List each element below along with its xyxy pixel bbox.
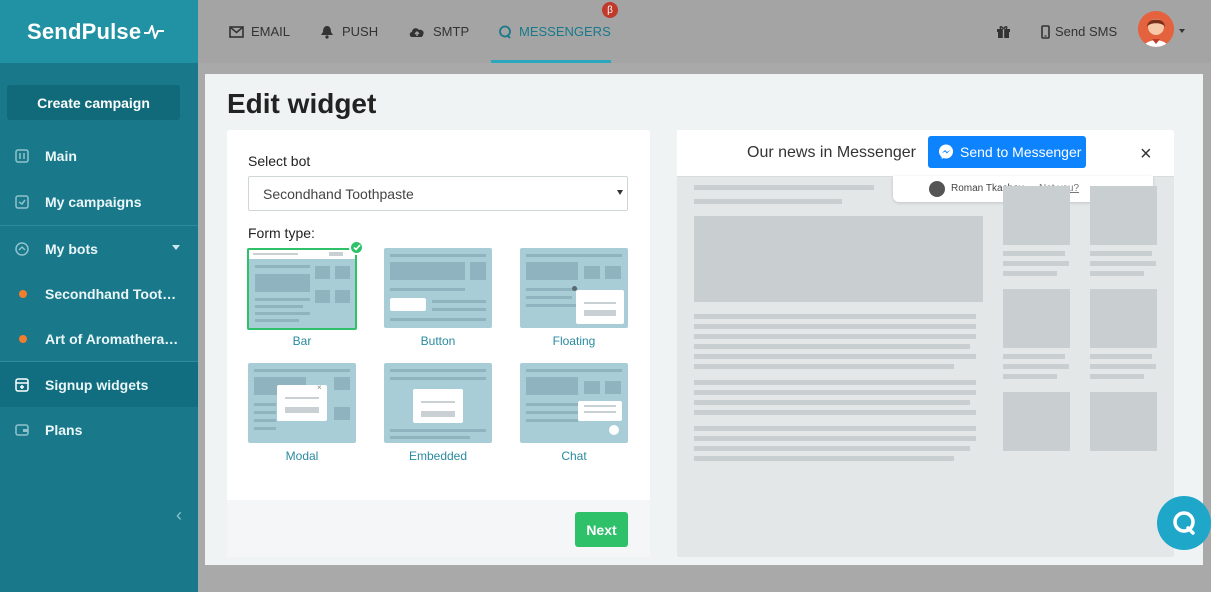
preview-bar-text: Our news in Messenger: [747, 144, 916, 161]
send-to-messenger-button[interactable]: Send to Messenger: [928, 136, 1086, 168]
tab-email[interactable]: EMAIL: [229, 0, 290, 63]
main-content: Edit widget Select bot Secondhand Toothp…: [205, 74, 1203, 565]
gift-icon: [996, 24, 1011, 39]
tab-push[interactable]: PUSH: [319, 0, 378, 63]
form-type-label-chat: Chat: [561, 449, 587, 463]
form-type-label-modal: Modal: [285, 449, 319, 463]
avatar[interactable]: [1138, 11, 1174, 47]
tab-label: PUSH: [342, 24, 379, 39]
sidebar-item-label: My campaigns: [45, 194, 142, 210]
messenger-icon: [938, 144, 954, 160]
logo-area: SendPulse: [0, 0, 198, 63]
form-type-label-bar: Bar: [292, 334, 312, 348]
chevron-down-icon: [617, 190, 623, 195]
top-navigation: EMAIL PUSH SMTP MESSENGERS β Send SMS: [198, 0, 1211, 63]
tab-label: SMTP: [433, 24, 470, 39]
dot-icon: [19, 334, 27, 343]
campaign-icon: [14, 194, 30, 210]
form-type-bar[interactable]: [247, 248, 357, 330]
send-sms-button[interactable]: Send SMS: [1041, 0, 1117, 63]
form-type-label: Form type:: [248, 225, 315, 241]
sidebar-item-main[interactable]: Main: [0, 133, 198, 179]
bell-icon: [319, 25, 335, 39]
close-icon[interactable]: ×: [1140, 144, 1152, 164]
bots-icon: [14, 241, 30, 257]
widget-icon: [14, 377, 30, 393]
form-type-chat[interactable]: [520, 363, 628, 443]
form-type-label-embedded: Embedded: [408, 449, 468, 463]
select-bot-label: Select bot: [248, 153, 311, 169]
tab-label: EMAIL: [251, 24, 291, 39]
sidebar-item-bot-aromatherapy[interactable]: Art of Aromathera…: [0, 316, 198, 361]
beta-badge: β: [602, 2, 618, 18]
cloud-upload-icon: [408, 25, 426, 38]
form-type-floating[interactable]: [520, 248, 628, 328]
widget-settings-card: Select bot Secondhand Toothpaste Form ty…: [227, 130, 650, 557]
chevron-down-icon[interactable]: [172, 245, 180, 250]
chevron-down-icon[interactable]: [1179, 29, 1185, 33]
sidebar-item-bot-secondhand[interactable]: Secondhand Toot…: [0, 271, 198, 316]
phone-icon: [1041, 24, 1050, 39]
chat-icon: [498, 25, 512, 39]
bot-select-value: Secondhand Toothpaste: [263, 185, 414, 202]
chat-icon: [1170, 509, 1198, 537]
dot-icon: [19, 289, 27, 298]
bot-select[interactable]: Secondhand Toothpaste: [248, 176, 628, 211]
support-chat-button[interactable]: [1157, 496, 1211, 550]
sidebar-item-label: Main: [45, 148, 77, 164]
sidebar-item-label: Secondhand Toot…: [45, 285, 177, 302]
widget-preview: Our news in Messenger Send to Messenger …: [677, 130, 1174, 557]
sidebar-item-label: Art of Aromathera…: [45, 330, 179, 347]
wallet-icon: [14, 422, 30, 438]
sidebar-item-label: My bots: [45, 240, 98, 257]
sidebar-item-label: Plans: [45, 422, 83, 438]
form-type-label-button: Button: [420, 334, 456, 348]
gift-button[interactable]: [996, 0, 1011, 63]
user-avatar-icon: [929, 181, 945, 197]
form-type-label-floating: Floating: [552, 334, 596, 348]
next-button[interactable]: Next: [575, 512, 628, 547]
tab-smtp[interactable]: SMTP: [408, 0, 469, 63]
collapse-sidebar-icon[interactable]: ‹: [176, 505, 182, 526]
tab-label: MESSENGERS: [519, 24, 611, 39]
form-type-modal[interactable]: ×: [248, 363, 356, 443]
sidebar-nav: Main My campaigns My bots Secondhand Too…: [0, 133, 198, 453]
sidebar-item-my-campaigns[interactable]: My campaigns: [0, 179, 198, 225]
logo[interactable]: SendPulse: [27, 19, 165, 45]
logo-text: SendPulse: [27, 18, 142, 44]
sidebar-item-my-bots[interactable]: My bots: [0, 225, 198, 271]
form-type-button[interactable]: [384, 248, 492, 328]
selected-check-icon: [349, 240, 364, 255]
page-title: Edit widget: [227, 88, 377, 119]
preview-bar: Our news in Messenger Send to Messenger …: [677, 130, 1174, 177]
send-sms-label: Send SMS: [1055, 24, 1118, 39]
envelope-icon: [229, 25, 244, 38]
sidebar-item-label: Signup widgets: [45, 376, 149, 393]
messenger-button-label: Send to Messenger: [960, 144, 1082, 160]
form-type-embedded[interactable]: [384, 363, 492, 443]
sidebar-item-plans[interactable]: Plans: [0, 407, 198, 453]
create-campaign-button[interactable]: Create campaign: [7, 85, 180, 120]
sidebar-item-signup-widgets[interactable]: Signup widgets: [0, 361, 198, 407]
dashboard-icon: [14, 148, 30, 164]
sidebar: SendPulse Create campaign Main My campai…: [0, 0, 198, 592]
tab-messengers[interactable]: MESSENGERS: [491, 0, 611, 63]
pulse-icon: [144, 24, 165, 39]
